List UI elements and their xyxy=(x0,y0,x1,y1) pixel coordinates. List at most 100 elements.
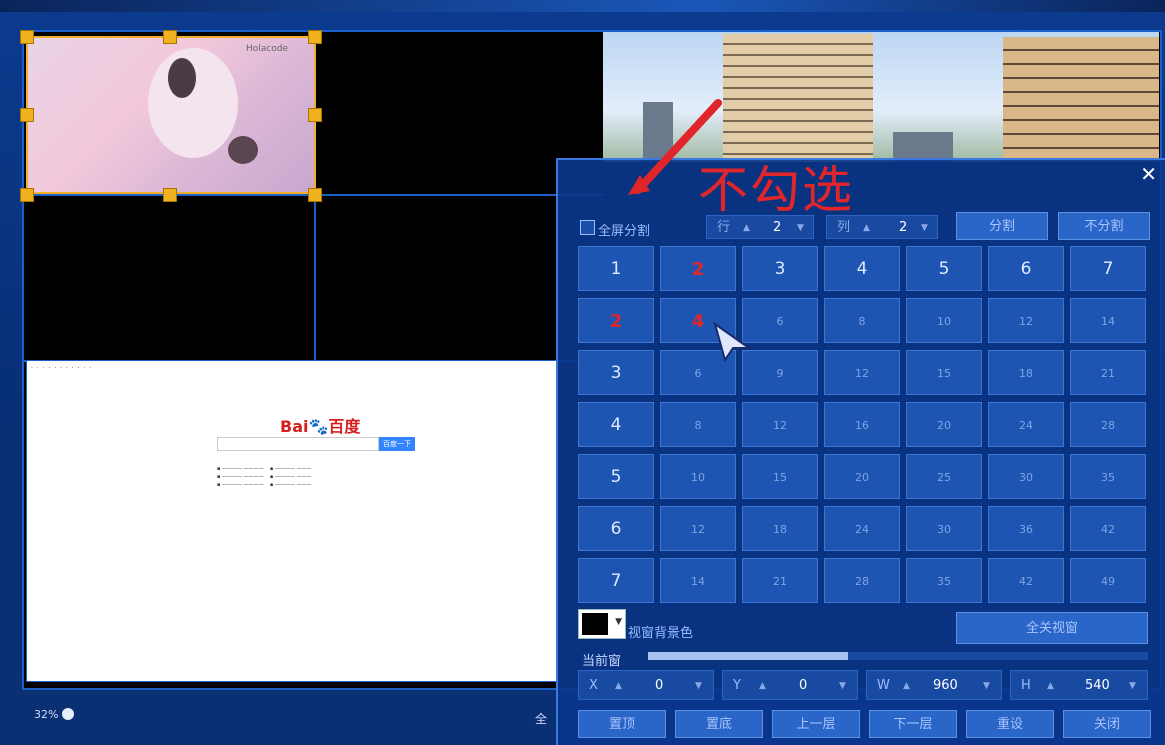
video-watermark: Holacode xyxy=(246,44,288,54)
baidu-search-input[interactable] xyxy=(217,437,379,451)
grid-cell-r6-c5[interactable]: 30 xyxy=(906,506,982,551)
y-label: Y xyxy=(733,678,741,693)
grid-cell-r3-c5[interactable]: 15 xyxy=(906,350,982,395)
grid-cell-r7-c2[interactable]: 14 xyxy=(660,558,736,603)
unsplit-button[interactable]: 不分割 xyxy=(1058,212,1150,240)
grid-cell-r2-c5[interactable]: 10 xyxy=(906,298,982,343)
hair-shape xyxy=(168,58,196,98)
column-value: 2 xyxy=(899,220,908,235)
x-label: X xyxy=(589,678,598,693)
resize-handle-nw[interactable] xyxy=(20,30,34,44)
split-button[interactable]: 分割 xyxy=(956,212,1048,240)
grid-cell-r1-c1[interactable]: 1 xyxy=(578,246,654,291)
resize-handle-n[interactable] xyxy=(163,30,177,44)
grid-cell-r4-c5[interactable]: 20 xyxy=(906,402,982,447)
grid-cell-r1-c4[interactable]: 4 xyxy=(824,246,900,291)
w-up-icon[interactable]: ▲ xyxy=(903,671,910,701)
grid-cell-r6-c4[interactable]: 24 xyxy=(824,506,900,551)
grid-cell-r6-c2[interactable]: 12 xyxy=(660,506,736,551)
grid-cell-r7-c7[interactable]: 49 xyxy=(1070,558,1146,603)
grid-cell-r3-c1[interactable]: 3 xyxy=(578,350,654,395)
w-down-icon[interactable]: ▼ xyxy=(983,671,990,701)
grid-cell-r7-c1[interactable]: 7 xyxy=(578,558,654,603)
grid-cell-r7-c5[interactable]: 35 xyxy=(906,558,982,603)
reset-button[interactable]: 重设 xyxy=(966,710,1054,738)
grid-cell-r7-c4[interactable]: 28 xyxy=(824,558,900,603)
chevron-down-icon: ▼ xyxy=(615,617,622,627)
grid-cell-r4-c1[interactable]: 4 xyxy=(578,402,654,447)
bg-color-label: 视窗背景色 xyxy=(628,626,694,641)
grid-cell-r7-c3[interactable]: 21 xyxy=(742,558,818,603)
y-up-icon[interactable]: ▲ xyxy=(759,671,766,701)
grid-cell-r1-c6[interactable]: 6 xyxy=(988,246,1064,291)
baidu-search-button[interactable]: 百度一下 xyxy=(379,437,415,451)
grid-cell-r1-c2[interactable]: 2 xyxy=(660,246,736,291)
resize-handle-ne[interactable] xyxy=(308,30,322,44)
hair-shape-2 xyxy=(228,136,258,164)
column-up-icon[interactable]: ▲ xyxy=(863,216,870,240)
bg-color-picker[interactable]: ▼ xyxy=(578,609,626,639)
close-button[interactable]: 关闭 xyxy=(1063,710,1151,738)
grid-cell-r6-c3[interactable]: 18 xyxy=(742,506,818,551)
grid-cell-r2-c4[interactable]: 8 xyxy=(824,298,900,343)
close-all-windows-button[interactable]: 全关视窗 xyxy=(956,612,1148,644)
grid-cell-r3-c4[interactable]: 12 xyxy=(824,350,900,395)
grid-cell-r3-c6[interactable]: 18 xyxy=(988,350,1064,395)
x-field[interactable]: X ▲ 0 ▼ xyxy=(578,670,714,700)
send-to-bottom-button[interactable]: 置底 xyxy=(675,710,763,738)
resize-handle-s[interactable] xyxy=(163,188,177,202)
grid-cell-r5-c7[interactable]: 35 xyxy=(1070,454,1146,499)
window-cherry-blossom[interactable]: Holacode xyxy=(26,36,316,194)
h-down-icon[interactable]: ▼ xyxy=(1129,671,1136,701)
grid-cell-r7-c6[interactable]: 42 xyxy=(988,558,1064,603)
grid-cell-r4-c4[interactable]: 16 xyxy=(824,402,900,447)
zoom-slider-knob[interactable] xyxy=(62,708,74,720)
h-field[interactable]: H ▲ 540 ▼ xyxy=(1010,670,1148,700)
fullscreen-split-checkbox[interactable] xyxy=(580,220,595,235)
grid-cell-r1-c3[interactable]: 3 xyxy=(742,246,818,291)
w-value: 960 xyxy=(933,678,958,693)
y-field[interactable]: Y ▲ 0 ▼ xyxy=(722,670,858,700)
grid-cell-r4-c6[interactable]: 24 xyxy=(988,402,1064,447)
y-down-icon[interactable]: ▼ xyxy=(839,671,846,701)
close-icon[interactable]: ✕ xyxy=(1140,162,1157,186)
h-up-icon[interactable]: ▲ xyxy=(1047,671,1054,701)
grid-cell-r2-c6[interactable]: 12 xyxy=(988,298,1064,343)
figure-shape xyxy=(148,48,238,158)
current-window-progress xyxy=(648,652,1148,660)
grid-cell-r4-c7[interactable]: 28 xyxy=(1070,402,1146,447)
grid-cell-r3-c7[interactable]: 21 xyxy=(1070,350,1146,395)
x-down-icon[interactable]: ▼ xyxy=(695,671,702,701)
grid-cell-r5-c6[interactable]: 30 xyxy=(988,454,1064,499)
grid-cell-r1-c7[interactable]: 7 xyxy=(1070,246,1146,291)
bring-to-top-button[interactable]: 置顶 xyxy=(578,710,666,738)
grid-cell-r5-c4[interactable]: 20 xyxy=(824,454,900,499)
grid-cell-r5-c2[interactable]: 10 xyxy=(660,454,736,499)
grid-cell-r5-c1[interactable]: 5 xyxy=(578,454,654,499)
grid-cell-r6-c7[interactable]: 42 xyxy=(1070,506,1146,551)
window-browser-baidu[interactable]: · · · · · · · · · · · Bai🐾百度 百度一下 ▪ ————… xyxy=(26,360,558,682)
grid-cell-r2-c1[interactable]: 2 xyxy=(578,298,654,343)
grid-cell-r1-c5[interactable]: 5 xyxy=(906,246,982,291)
resize-handle-e[interactable] xyxy=(308,108,322,122)
grid-cell-r2-c7[interactable]: 14 xyxy=(1070,298,1146,343)
baidu-logo: Bai🐾百度 xyxy=(280,417,361,436)
x-value: 0 xyxy=(655,678,664,693)
layer-up-button[interactable]: 上一层 xyxy=(772,710,860,738)
layer-down-button[interactable]: 下一层 xyxy=(869,710,957,738)
grid-cell-r2-c3[interactable]: 6 xyxy=(742,298,818,343)
grid-cell-r5-c3[interactable]: 15 xyxy=(742,454,818,499)
resize-handle-sw[interactable] xyxy=(20,188,34,202)
grid-cell-r4-c2[interactable]: 8 xyxy=(660,402,736,447)
grid-cell-r3-c3[interactable]: 9 xyxy=(742,350,818,395)
x-up-icon[interactable]: ▲ xyxy=(615,671,622,701)
grid-cell-r6-c1[interactable]: 6 xyxy=(578,506,654,551)
grid-cell-r6-c6[interactable]: 36 xyxy=(988,506,1064,551)
w-field[interactable]: W ▲ 960 ▼ xyxy=(866,670,1002,700)
resize-handle-w[interactable] xyxy=(20,108,34,122)
resize-handle-se[interactable] xyxy=(308,188,322,202)
column-down-icon[interactable]: ▼ xyxy=(921,216,928,240)
position-size-fields: X ▲ 0 ▼ Y ▲ 0 ▼ W ▲ 960 ▼ H ▲ 540 ▼ xyxy=(578,670,1148,700)
grid-cell-r5-c5[interactable]: 25 xyxy=(906,454,982,499)
grid-cell-r4-c3[interactable]: 12 xyxy=(742,402,818,447)
